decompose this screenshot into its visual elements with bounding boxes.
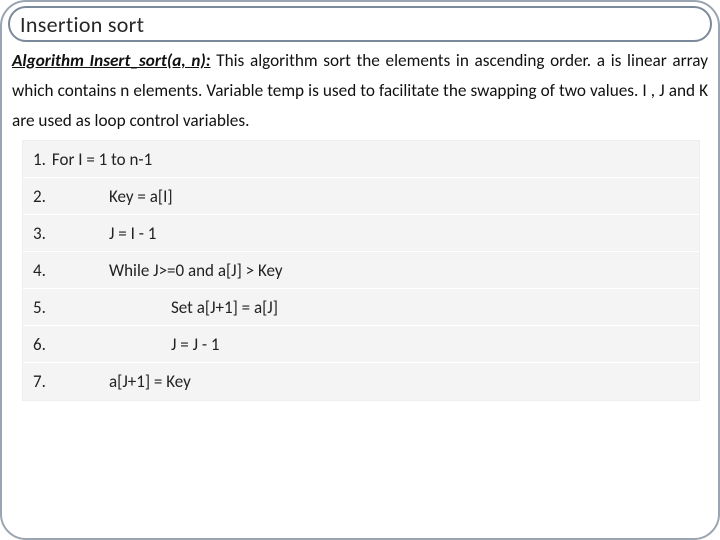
code-row: 1. For I = 1 to n-1 — [23, 141, 699, 178]
code-line-text: J = J - 1 — [81, 334, 220, 355]
code-line-text: While J>=0 and a[J] > Key — [81, 260, 283, 281]
code-line-text: a[J+1] = Key — [81, 371, 191, 392]
slide-title: Insertion sort — [20, 11, 144, 38]
code-line-text: J = I - 1 — [81, 223, 156, 244]
algorithm-name: Algorithm Insert_sort(a, n): — [12, 50, 211, 71]
code-row: 3. J = I - 1 — [23, 215, 699, 252]
code-line-text: For I = 1 to n-1 — [46, 149, 152, 170]
code-line-number: 3. — [23, 223, 81, 244]
code-row: 2. Key = a[I] — [23, 178, 699, 215]
algorithm-description: Algorithm Insert_sort(a, n): This algori… — [12, 46, 708, 136]
code-line-number: 7. — [23, 371, 81, 392]
code-line-text: Set a[J+1] = a[J] — [81, 297, 278, 318]
code-row: 6. J = J - 1 — [23, 326, 699, 363]
code-line-number: 2. — [23, 186, 81, 207]
code-line-number: 5. — [23, 297, 81, 318]
code-line-number: 6. — [23, 334, 81, 355]
pseudocode-block: 1. For I = 1 to n-1 2. Key = a[I] 3. J =… — [22, 140, 700, 401]
code-line-text: Key = a[I] — [81, 186, 173, 207]
code-line-number: 4. — [23, 260, 81, 281]
code-row: 5. Set a[J+1] = a[J] — [23, 289, 699, 326]
slide-frame: Insertion sort Algorithm Insert_sort(a, … — [0, 0, 720, 540]
code-line-number: 1. — [23, 149, 46, 170]
title-box: Insertion sort — [8, 6, 712, 42]
code-row: 7. a[J+1] = Key — [23, 363, 699, 400]
code-row: 4. While J>=0 and a[J] > Key — [23, 252, 699, 289]
